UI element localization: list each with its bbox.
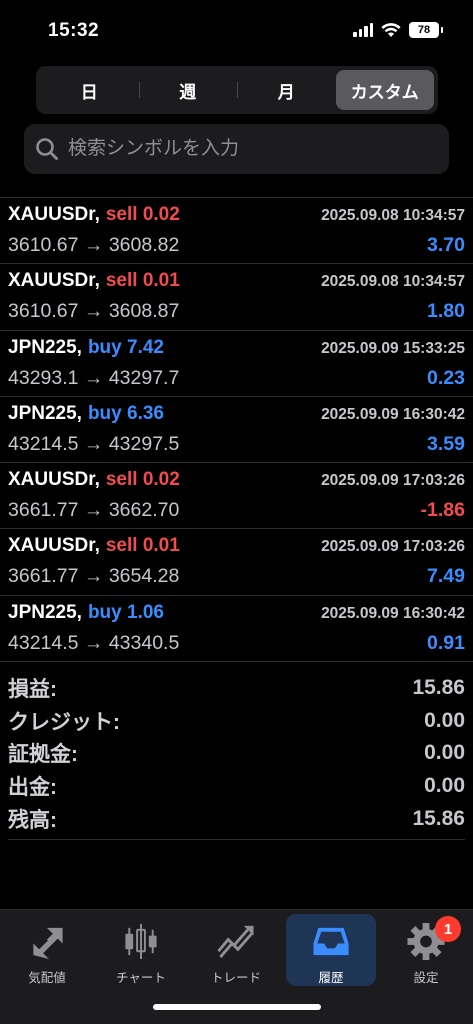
tab-trade-label: トレード bbox=[210, 971, 261, 985]
deal-time: 2025.09.09 16:30:42 bbox=[321, 405, 465, 423]
period-segmented-control: 日 週 月 カスタム bbox=[36, 66, 438, 114]
tab-trade[interactable]: トレード bbox=[191, 914, 281, 986]
summary-section: 損益: 15.86 クレジット: 0.00 証拠金: 0.00 出金: 0.00 残高: 15.8… bbox=[0, 672, 473, 840]
tab-chart-label: チャート bbox=[116, 971, 166, 985]
deal-row[interactable]: XAUUSDr, sell 0.02 2025.09.08 10:34:57 3610… bbox=[0, 198, 473, 265]
deal-time: 2025.09.09 15:33:25 bbox=[321, 339, 465, 357]
candlestick-icon bbox=[125, 923, 157, 960]
summary-row-credit: クレジット: 0.00 bbox=[8, 705, 465, 738]
status-icons: 78 bbox=[353, 22, 443, 38]
tab-day[interactable]: 日 bbox=[40, 70, 139, 110]
summary-label: 残高: bbox=[8, 808, 57, 832]
summary-row-margin: 証拠金: 0.00 bbox=[8, 737, 465, 770]
deal-side-volume: sell 0.02 bbox=[105, 469, 180, 491]
deal-prices: 43214.5 → 43340.5 bbox=[8, 631, 180, 654]
summary-value: 0.00 bbox=[424, 708, 465, 732]
search-icon bbox=[36, 138, 58, 160]
deal-prices: 3661.77 → 3662.70 bbox=[8, 499, 180, 522]
battery-icon: 78 bbox=[409, 22, 443, 38]
deal-row[interactable]: XAUUSDr, sell 0.01 2025.09.09 17:03:26 3661… bbox=[0, 529, 473, 596]
deal-time: 2025.09.09 17:03:26 bbox=[321, 538, 465, 556]
tab-history-label: 履歴 bbox=[318, 971, 344, 985]
deal-profit: 3.59 bbox=[427, 432, 465, 455]
deal-symbol: JPN225, bbox=[8, 336, 82, 358]
deal-side-volume: sell 0.02 bbox=[105, 204, 180, 225]
deal-profit: -1.86 bbox=[420, 499, 465, 522]
deal-side-volume: buy 1.06 bbox=[87, 601, 164, 623]
deal-time: 2025.09.08 10:34:57 bbox=[321, 273, 465, 291]
tab-settings[interactable]: 設定 1 bbox=[381, 914, 471, 986]
tab-history[interactable]: 履歴 bbox=[286, 914, 376, 986]
inbox-tray-icon bbox=[313, 927, 349, 956]
tab-week[interactable]: 週 bbox=[138, 70, 238, 110]
deal-row[interactable]: XAUUSDr, sell 0.02 2025.09.09 17:03:26 3661… bbox=[0, 463, 473, 530]
summary-label: クレジット: bbox=[8, 710, 120, 734]
summary-value: 15.86 bbox=[412, 676, 465, 700]
home-indicator bbox=[153, 1004, 321, 1010]
notification-badge: 1 bbox=[435, 916, 461, 942]
tab-chart[interactable]: チャート bbox=[96, 914, 186, 986]
search-bar[interactable] bbox=[24, 124, 449, 174]
deal-side-volume: buy 6.36 bbox=[87, 402, 164, 424]
deal-profit: 0.23 bbox=[427, 366, 465, 389]
deal-prices: 43293.1 → 43297.7 bbox=[8, 366, 180, 389]
trade-line-icon bbox=[217, 925, 254, 959]
summary-value: 0.00 bbox=[424, 774, 465, 798]
deal-row[interactable]: JPN225, buy 1.06 2025.09.09 16:30:42 43214.… bbox=[0, 596, 473, 663]
deal-time: 2025.09.09 16:30:42 bbox=[321, 604, 465, 622]
deal-profit: 0.91 bbox=[427, 631, 465, 654]
summary-value: 0.00 bbox=[424, 741, 465, 765]
summary-value: 15.86 bbox=[412, 806, 465, 830]
summary-label: 証拠金: bbox=[8, 743, 78, 767]
deal-prices: 3610.67 → 3608.82 bbox=[8, 234, 180, 256]
deal-side-volume: sell 0.01 bbox=[105, 270, 180, 292]
cellular-signal-icon bbox=[353, 23, 373, 37]
deal-profit: 3.70 bbox=[427, 234, 465, 256]
deals-list: XAUUSDr, sell 0.02 2025.09.08 10:34:57 3610… bbox=[0, 197, 473, 663]
summary-row-withdrawal: 出金: 0.00 bbox=[8, 770, 465, 803]
deal-side-volume: sell 0.01 bbox=[105, 535, 180, 557]
deal-row[interactable]: JPN225, buy 7.42 2025.09.09 15:33:25 43293.… bbox=[0, 331, 473, 397]
summary-row-balance: 残高: 15.86 bbox=[8, 802, 465, 835]
deal-symbol: XAUUSDr, bbox=[8, 270, 100, 292]
summary-divider bbox=[8, 839, 465, 840]
deal-symbol: XAUUSDr, bbox=[8, 469, 100, 491]
summary-label: 出金: bbox=[8, 776, 57, 800]
deal-symbol: XAUUSDr, bbox=[8, 204, 100, 225]
deal-side-volume: buy 7.42 bbox=[87, 336, 164, 358]
tab-settings-label: 設定 bbox=[413, 971, 439, 985]
deal-prices: 3661.77 → 3654.28 bbox=[8, 565, 180, 588]
deal-row[interactable]: XAUUSDr, sell 0.01 2025.09.08 10:34:57 3610… bbox=[0, 264, 473, 331]
status-time: 15:32 bbox=[48, 20, 100, 41]
tab-quotes-label: 気配値 bbox=[28, 971, 66, 985]
tab-month[interactable]: 月 bbox=[237, 70, 336, 110]
status-bar: 15:32 78 bbox=[0, 0, 473, 64]
deal-symbol: XAUUSDr, bbox=[8, 535, 100, 557]
deal-prices: 3610.67 → 3608.87 bbox=[8, 300, 180, 323]
deal-symbol: JPN225, bbox=[8, 402, 82, 424]
tab-quotes[interactable]: 気配値 bbox=[2, 914, 92, 986]
deal-profit: 1.80 bbox=[427, 300, 465, 323]
quotes-arrows-icon bbox=[33, 927, 63, 960]
tab-custom[interactable]: カスタム bbox=[335, 70, 434, 110]
search-input[interactable] bbox=[68, 138, 428, 160]
deal-symbol: JPN225, bbox=[8, 601, 82, 623]
deal-time: 2025.09.09 17:03:26 bbox=[321, 472, 465, 490]
deal-prices: 43214.5 → 43297.5 bbox=[8, 432, 180, 455]
deal-time: 2025.09.08 10:34:57 bbox=[321, 207, 465, 224]
wifi-icon bbox=[381, 22, 401, 37]
summary-label: 損益: bbox=[8, 678, 57, 702]
deal-row[interactable]: JPN225, buy 6.36 2025.09.09 16:30:42 43214.… bbox=[0, 397, 473, 464]
summary-row-profit: 損益: 15.86 bbox=[8, 672, 465, 705]
deal-profit: 7.49 bbox=[427, 565, 465, 588]
